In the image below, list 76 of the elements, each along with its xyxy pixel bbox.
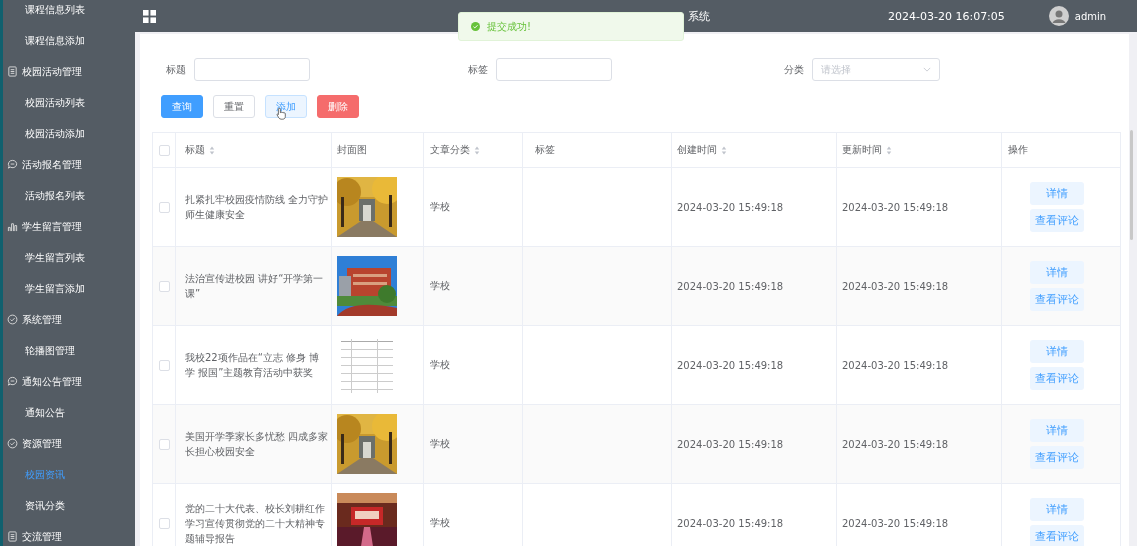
menu-item[interactable]: 活动报名列表: [3, 180, 135, 211]
field-label: 分类: [784, 62, 804, 77]
menu-group[interactable]: 系统管理: [3, 304, 135, 335]
chevron-down-icon: [923, 67, 931, 72]
document-icon: [7, 531, 18, 542]
menu-item[interactable]: 校园活动列表: [3, 87, 135, 118]
menu-group[interactable]: 资源管理: [3, 428, 135, 459]
menu-item[interactable]: 课程信息添加: [3, 25, 135, 56]
sort-icon[interactable]: [474, 145, 480, 155]
table-cell: 2024-03-20 15:49:18: [677, 359, 784, 371]
check-circle-icon: [7, 314, 18, 325]
menu-group[interactable]: 校园活动管理: [3, 56, 135, 87]
checkbox[interactable]: [159, 359, 170, 371]
table-cell: 2024-03-20 15:49:18: [842, 359, 949, 371]
chat-icon: [7, 159, 18, 170]
table-cell: 2024-03-20 15:49:18: [842, 280, 949, 292]
table-cell: 学校: [430, 516, 450, 530]
menu-group[interactable]: 交流管理: [3, 521, 135, 546]
table-cell: 学校: [430, 358, 450, 372]
toast-message: 提交成功!: [487, 19, 531, 34]
chat-icon: [7, 376, 18, 387]
bar-chart-icon: [7, 221, 18, 232]
table-cell: 学校: [430, 279, 450, 293]
table-cell: 2024-03-20 15:49:18: [677, 201, 784, 213]
app-title: 系统: [688, 8, 710, 24]
column-header: 操作: [1008, 143, 1028, 157]
document-icon: [7, 66, 18, 77]
menu-item[interactable]: 轮播图管理: [3, 335, 135, 366]
column-header: 更新时间: [842, 143, 882, 157]
table-cell: 2024-03-20 15:49:18: [677, 438, 784, 450]
column-header: 创建时间: [677, 143, 717, 157]
field-label: 标签: [468, 62, 488, 77]
checkbox[interactable]: [159, 438, 170, 450]
menu-item[interactable]: 校园活动添加: [3, 118, 135, 149]
sort-icon[interactable]: [721, 145, 727, 155]
action-button[interactable]: 重置: [213, 95, 255, 118]
table-cell: 2024-03-20 15:49:18: [677, 280, 784, 292]
table-cell-text: 法治宣传进校园 讲好“开学第一课”: [185, 272, 325, 301]
column-header: 标题: [185, 143, 205, 157]
user-name[interactable]: admin: [1074, 10, 1107, 22]
table-cell: 学校: [430, 200, 450, 214]
column-header: 文章分类: [430, 143, 470, 157]
checkbox[interactable]: [159, 144, 170, 156]
table-cell-text: 我校22项作品在“立志 修身 博学 报国”主题教育活动中获奖: [185, 351, 321, 380]
menu-item[interactable]: 资讯分类: [3, 490, 135, 521]
table-cell: 学校: [430, 437, 450, 451]
check-circle-icon: [7, 438, 18, 449]
table-cell-text: 党的二十大代表、校长刘耕红作学习宣传贯彻党的二十大精神专题辅导报告: [185, 501, 326, 546]
column-header: 标签: [535, 143, 555, 157]
date-time: 2024-03-20 16:07:05: [888, 9, 1005, 23]
check-circle-icon: [471, 22, 480, 31]
menu-item[interactable]: 学生留言添加: [3, 273, 135, 304]
menu-item[interactable]: 学生留言列表: [3, 242, 135, 273]
sort-icon[interactable]: [209, 145, 215, 155]
table-cell-text: 美国开学季家长多忧愁 四成多家长担心校园安全: [185, 430, 329, 459]
menu-group[interactable]: 学生留言管理: [3, 211, 135, 242]
grid-icon[interactable]: [143, 9, 156, 23]
column-header: 封面图: [337, 143, 367, 157]
sort-icon[interactable]: [886, 145, 892, 155]
table-cell-text: 扎紧扎牢校园疫情防线 全力守护师生健康安全: [185, 193, 329, 222]
menu-item[interactable]: 通知公告: [3, 397, 135, 428]
checkbox[interactable]: [159, 280, 170, 292]
table-cell: 2024-03-20 15:49:18: [842, 438, 949, 450]
field-label: 标题: [166, 62, 186, 77]
scrollbar[interactable]: [1130, 130, 1133, 240]
table-cell: 2024-03-20 15:49:18: [842, 517, 949, 529]
checkbox[interactable]: [159, 201, 170, 213]
menu-group[interactable]: 活动报名管理: [3, 149, 135, 180]
text-field[interactable]: [496, 58, 612, 81]
table-cell: 2024-03-20 15:49:18: [842, 201, 949, 213]
menu-item[interactable]: 课程信息列表: [3, 0, 135, 25]
avatar-icon[interactable]: [1048, 6, 1069, 26]
text-field[interactable]: [194, 58, 310, 81]
checkbox[interactable]: [159, 517, 170, 529]
table-cell: 2024-03-20 15:49:18: [677, 517, 784, 529]
menu-group[interactable]: 通知公告管理: [3, 366, 135, 397]
